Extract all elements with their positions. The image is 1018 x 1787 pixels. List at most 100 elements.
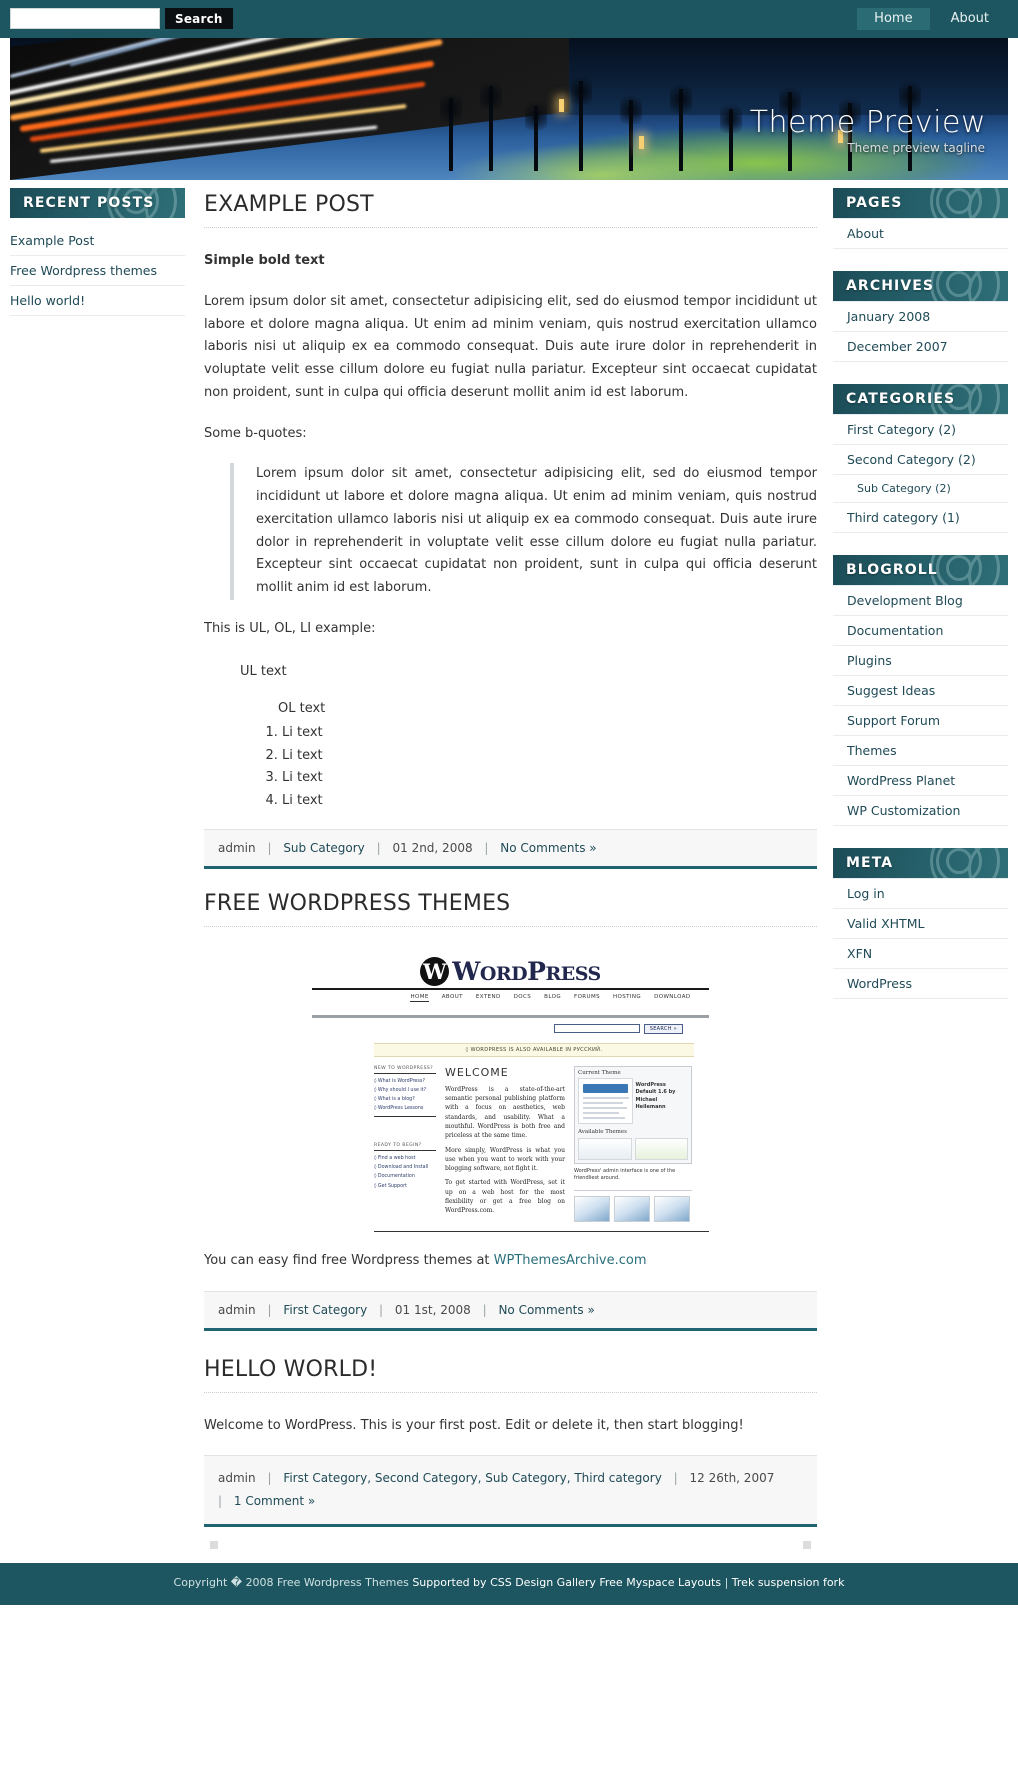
wp-current-theme-panel: Current Theme WordPress Default 1.6 by M…: [574, 1065, 692, 1164]
wp-left-link: ◊ Why should I use it?: [374, 1087, 427, 1093]
meta-link-xfn[interactable]: XFN: [833, 939, 1008, 968]
widget-categories: CATEGORIES First Category (2) Second Cat…: [833, 384, 1008, 533]
category-link[interactable]: Third category (1): [833, 503, 1008, 532]
post-comments-link[interactable]: No Comments »: [500, 841, 596, 855]
wp-left-link: ◊ Documentation: [374, 1174, 415, 1180]
post-comments-link[interactable]: No Comments »: [498, 1303, 594, 1317]
widget-header: PAGES: [833, 188, 1008, 218]
post-category-link[interactable]: First Category: [283, 1303, 367, 1317]
search-button[interactable]: Search: [165, 8, 233, 29]
wordpress-locale-notice: ◊ WORDPRESS IS ALSO AVAILABLE IN РУССКИЙ…: [374, 1042, 694, 1057]
list-item: UL text: [240, 663, 287, 679]
wpthemesarchive-link[interactable]: WPThemesArchive.com: [494, 1253, 647, 1268]
blogroll-link[interactable]: Development Blog: [833, 586, 1008, 615]
recent-post-link[interactable]: Hello world!: [10, 286, 185, 315]
meta-link-valid-xhtml[interactable]: Valid XHTML: [833, 909, 1008, 938]
nav-item-about[interactable]: About: [934, 8, 1006, 30]
wp-left-heading: NEW TO WORDPRESS?: [374, 1066, 436, 1074]
blogroll-link[interactable]: WP Customization: [833, 796, 1008, 825]
wp-left-link: ◊ Download and Install: [374, 1165, 429, 1171]
post-category-link[interactable]: Sub Category: [283, 841, 364, 855]
post-comments-link[interactable]: 1 Comment »: [234, 1494, 315, 1508]
top-navigation: Home About: [857, 8, 1006, 30]
archive-link[interactable]: January 2008: [833, 302, 1008, 331]
list-item: Valid XHTML: [833, 909, 1008, 939]
wordmark-part: W: [452, 956, 480, 986]
widget-blogroll: BLOGROLL Development Blog Documentation …: [833, 555, 1008, 826]
wp-middle-column: WELCOME WordPress is a state-of-the-art …: [445, 1066, 565, 1222]
meta-link-wordpress[interactable]: WordPress: [833, 969, 1008, 998]
widget-header: ARCHIVES: [833, 271, 1008, 301]
post-paragraph: Welcome to WordPress. This is your first…: [204, 1417, 744, 1433]
post-date: 12 26th, 2007: [689, 1471, 775, 1486]
wordpress-wordmark: WORDPRESS: [452, 957, 601, 986]
widget-pages: PAGES About: [833, 188, 1008, 249]
wordpress-homepage-screenshot: W WORDPRESS HOME ABOUT EXTEND DOCS BLOG …: [312, 952, 709, 1232]
list-item: Themes: [833, 736, 1008, 766]
meta-separator: |: [267, 1471, 272, 1486]
blogroll-link[interactable]: Suggest Ideas: [833, 676, 1008, 705]
blogroll-link[interactable]: WordPress Planet: [833, 766, 1008, 795]
post-free-wordpress-themes: FREE WORDPRESS THEMES W WORDPRESS HOME A…: [204, 891, 817, 1331]
decorative-square: [210, 1540, 218, 1549]
header-banner: Theme Preview Theme preview tagline: [10, 38, 1008, 180]
wp-paragraph: To get started with WordPress, set it up…: [445, 1179, 565, 1215]
post-title[interactable]: EXAMPLE POST: [204, 192, 817, 228]
meta-separator: |: [673, 1471, 678, 1486]
archive-link[interactable]: December 2007: [833, 332, 1008, 361]
wp-themes-row: [578, 1137, 688, 1160]
meta-separator: |: [267, 840, 272, 855]
blogroll-link[interactable]: Support Forum: [833, 706, 1008, 735]
post-date: 01 1st, 2008: [394, 1302, 471, 1317]
footer-link-trek-suspension-fork[interactable]: Trek suspension fork: [732, 1576, 845, 1589]
category-link[interactable]: First Category (2): [833, 415, 1008, 444]
search-input[interactable]: [10, 8, 160, 29]
post-title[interactable]: HELLO WORLD!: [204, 1357, 817, 1393]
wp-left-links: ◊ What is WordPress? ◊ Why should I use …: [374, 1074, 436, 1113]
divider: [312, 987, 709, 990]
recent-post-link[interactable]: Example Post: [10, 226, 185, 255]
widget-list: Example Post Free Wordpress themes Hello…: [10, 226, 185, 316]
widget-title: BLOGROLL: [846, 562, 938, 578]
wordmark-part: P: [527, 956, 546, 986]
page-link-about[interactable]: About: [833, 219, 1008, 248]
category-link[interactable]: Second Category (2): [833, 445, 1008, 474]
blogroll-link[interactable]: Documentation: [833, 616, 1008, 645]
widget-title: RECENT POSTS: [23, 195, 155, 211]
wp-left-column: NEW TO WORDPRESS? ◊ What is WordPress? ◊…: [374, 1066, 436, 1222]
meta-link-login[interactable]: Log in: [833, 879, 1008, 908]
footer-supported-label[interactable]: Supported by: [412, 1576, 486, 1589]
post-quote-intro: Some b-quotes:: [204, 425, 307, 441]
wp-left-links-2: ◊ Find a web host ◊ Download and Install…: [374, 1151, 436, 1190]
footer-link-css-design-gallery[interactable]: CSS Design Gallery: [490, 1576, 596, 1589]
list-item: Plugins: [833, 646, 1008, 676]
footer-symbol: �: [230, 1575, 243, 1589]
widget-list: Log in Valid XHTML XFN WordPress: [833, 878, 1008, 999]
post-meta: admin | Sub Category | 01 2nd, 2008 | No…: [204, 828, 817, 869]
widget-header: META: [833, 848, 1008, 878]
wp-welcome-heading: WELCOME: [445, 1065, 509, 1079]
post-date: 01 2nd, 2008: [392, 840, 473, 855]
list-item: Li text: [282, 767, 817, 790]
blogroll-link[interactable]: Themes: [833, 736, 1008, 765]
widget-meta: META Log in Valid XHTML XFN WordPress: [833, 848, 1008, 999]
wordmark-part: ORD: [479, 962, 528, 985]
meta-separator: |: [379, 1302, 384, 1317]
nav-item-home[interactable]: Home: [857, 8, 930, 30]
widget-title: META: [846, 855, 894, 871]
recent-post-link[interactable]: Free Wordpress themes: [10, 256, 185, 285]
blogroll-link[interactable]: Plugins: [833, 646, 1008, 675]
wp-mini-screenshot: [574, 1195, 610, 1222]
wp-screenshot-row: [574, 1195, 692, 1222]
wordpress-search: SEARCH »: [312, 1023, 709, 1034]
post-title[interactable]: FREE WORDPRESS THEMES: [204, 891, 817, 927]
wp-left-link: ◊ What is WordPress?: [374, 1078, 425, 1084]
post-category-link[interactable]: First Category, Second Category, Sub Cat…: [283, 1471, 662, 1485]
wp-panel-title: Current Theme: [578, 1069, 621, 1076]
category-link-sub[interactable]: Sub Category (2): [833, 475, 1008, 502]
footer-link-free-myspace-layouts[interactable]: Free Myspace Layouts: [599, 1576, 721, 1589]
post-author: admin: [218, 840, 256, 855]
unordered-list: UL text: [240, 659, 817, 685]
footer-copyright-label: Copyright: [173, 1575, 228, 1589]
bottom-decoration: [204, 1529, 817, 1563]
